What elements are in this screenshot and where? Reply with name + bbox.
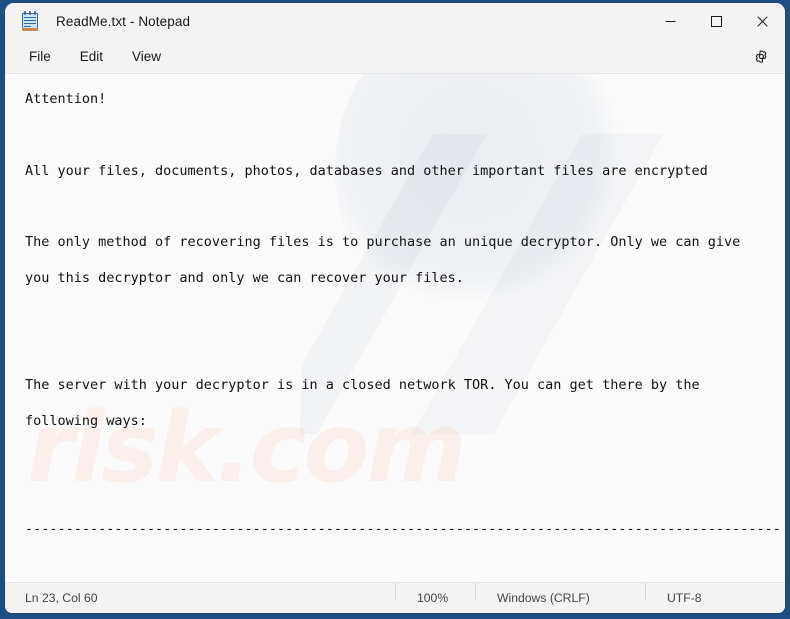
notepad-window: ReadMe.txt - Notepad File Edit View risk… [5, 3, 785, 613]
note-blank-line [25, 198, 771, 216]
maximize-icon [710, 15, 722, 27]
notepad-icon [21, 11, 39, 31]
menu-bar: File Edit View [5, 39, 785, 74]
note-line: following ways: [25, 413, 147, 430]
note-line: you this decryptor and only we can recov… [25, 270, 464, 287]
note-blank-line [25, 127, 771, 145]
note-blank-line [25, 485, 771, 503]
settings-button[interactable] [745, 41, 777, 71]
status-bar: Ln 23, Col 60 100% Windows (CRLF) UTF-8 [5, 582, 785, 613]
caption-button-group [647, 3, 785, 39]
status-cursor-position: Ln 23, Col 60 [25, 591, 98, 605]
note-line: ----------------------------------------… [25, 520, 781, 537]
note-line: The only method of recovering files is t… [25, 234, 741, 251]
window-title: ReadMe.txt - Notepad [56, 13, 191, 29]
desktop-background: ReadMe.txt - Notepad File Edit View risk… [0, 0, 790, 619]
menu-item-view[interactable]: View [122, 44, 171, 69]
note-blank-line [25, 556, 771, 574]
close-icon [756, 15, 768, 27]
note-line: The server with your decryptor is in a c… [25, 377, 700, 394]
note-blank-line [25, 449, 771, 467]
close-button[interactable] [739, 3, 785, 39]
editor-area[interactable]: risk.com Attention! All your files, docu… [5, 74, 785, 582]
status-line-ending[interactable]: Windows (CRLF) [475, 583, 590, 605]
ransom-note-text[interactable]: Attention! All your files, documents, ph… [5, 74, 785, 582]
note-line: All your files, documents, photos, datab… [25, 162, 708, 179]
note-blank-line [25, 306, 771, 324]
minimize-button[interactable] [647, 3, 693, 39]
note-blank-line [25, 342, 771, 360]
gear-icon [755, 49, 766, 63]
title-bar[interactable]: ReadMe.txt - Notepad [5, 3, 785, 39]
menu-item-edit[interactable]: Edit [70, 44, 113, 69]
status-encoding[interactable]: UTF-8 [645, 583, 702, 605]
minimize-icon [665, 20, 675, 22]
maximize-button[interactable] [693, 3, 739, 39]
note-line: Attention! [25, 91, 107, 107]
menu-item-file[interactable]: File [19, 44, 61, 69]
status-zoom-level[interactable]: 100% [395, 583, 448, 605]
